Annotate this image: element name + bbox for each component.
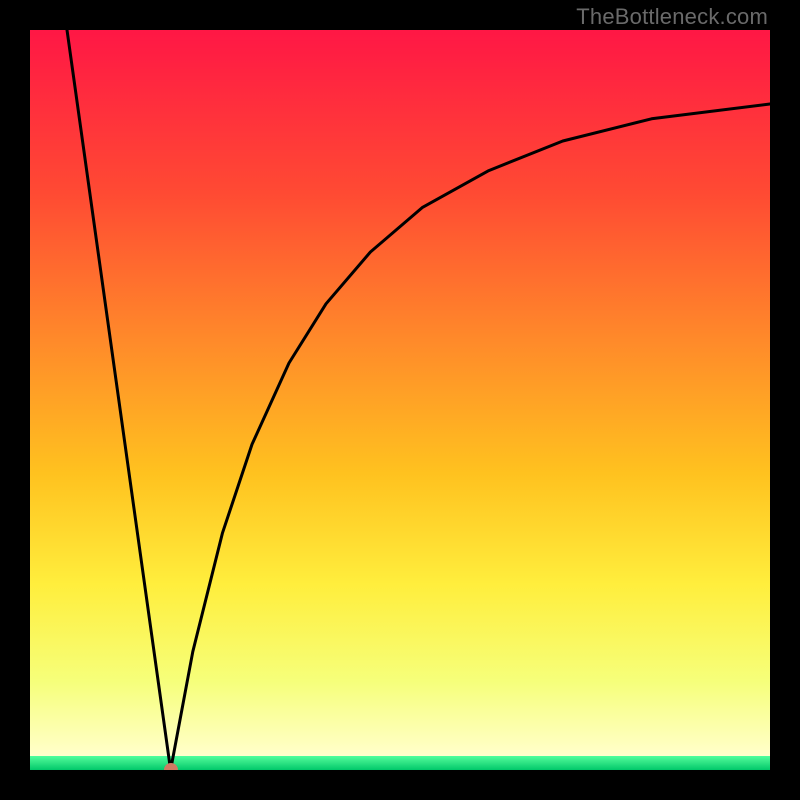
- watermark-text: TheBottleneck.com: [576, 4, 768, 30]
- vertex-marker: [164, 763, 178, 770]
- chart-frame: TheBottleneck.com: [0, 0, 800, 800]
- plot-area: [30, 30, 770, 770]
- bottleneck-curve: [30, 30, 770, 770]
